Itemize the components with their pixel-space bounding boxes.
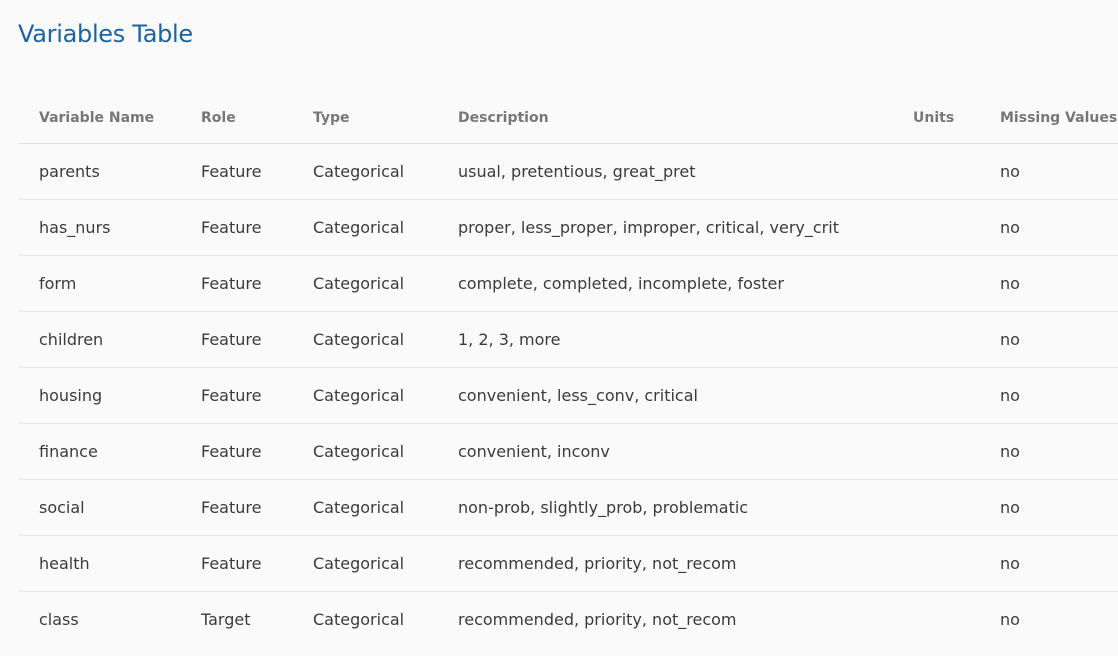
cell-units [893, 143, 980, 200]
cell-type: Categorical [293, 423, 438, 480]
cell-missing-values: no [1000, 610, 1020, 629]
cell-variable-name: finance [19, 423, 181, 480]
cell-role: Feature [181, 479, 293, 536]
table-row: children Feature Categorical 1, 2, 3, mo… [19, 311, 1118, 368]
header-missing-values[interactable]: Missing Values [980, 92, 1118, 144]
cell-description: 1, 2, 3, more [438, 311, 893, 368]
table-row: social Feature Categorical non-prob, sli… [19, 479, 1118, 536]
cell-missing-values: no [980, 423, 1118, 480]
cell-role: Feature [181, 143, 293, 200]
cell-description: recommended, priority, not_recom [438, 535, 893, 592]
cell-role: Target [201, 610, 251, 629]
header-variable-name[interactable]: Variable Name [19, 92, 181, 144]
cell-variable-name: children [19, 311, 181, 368]
cell-role: Feature [181, 423, 293, 480]
table-body: parents Feature Categorical usual, prete… [19, 143, 1118, 648]
table-row: housing Feature Categorical convenient, … [19, 367, 1118, 424]
cell-units [893, 479, 980, 536]
cell-variable-name: class [39, 610, 79, 629]
cell-variable-name: has_nurs [19, 199, 181, 256]
cell-role: Feature [181, 535, 293, 592]
cell-type: Categorical [313, 610, 405, 629]
table-header-row: Variable Name Role Type Description Unit… [19, 92, 1118, 144]
cell-units [893, 255, 980, 312]
cell-type: Categorical [293, 255, 438, 312]
cell-units [893, 423, 980, 480]
cell-units [893, 199, 980, 256]
cell-role: Feature [181, 199, 293, 256]
cell-variable-name: parents [19, 143, 181, 200]
cell-units [893, 367, 980, 424]
cell-type: Categorical [293, 199, 438, 256]
cell-variable-name: form [19, 255, 181, 312]
cell-type: Categorical [293, 535, 438, 592]
cell-type: Categorical [293, 479, 438, 536]
cell-missing-values: no [980, 311, 1118, 368]
cell-description: convenient, inconv [438, 423, 893, 480]
cell-type: Categorical [293, 311, 438, 368]
cell-missing-values: no [980, 143, 1118, 200]
cell-variable-name: housing [19, 367, 181, 424]
cell-role: Feature [181, 367, 293, 424]
cell-units [893, 592, 980, 648]
cell-role: Feature [181, 311, 293, 368]
cell-role: Feature [181, 255, 293, 312]
cell-description: complete, completed, incomplete, foster [438, 255, 893, 312]
table-row: finance Feature Categorical convenient, … [19, 423, 1118, 480]
cell-missing-values: no [980, 255, 1118, 312]
cell-missing-values: no [980, 367, 1118, 424]
cell-units [893, 311, 980, 368]
cell-description: non-prob, slightly_prob, problematic [438, 479, 893, 536]
cell-description: proper, less_proper, improper, critical,… [438, 199, 893, 256]
cell-variable-name: health [19, 535, 181, 592]
cell-description: recommended, priority, not_recom [458, 610, 737, 629]
cell-description: usual, pretentious, great_pret [438, 143, 893, 200]
table-row: class Target Categorical recommended, pr… [19, 592, 1118, 648]
table-row: parents Feature Categorical usual, prete… [19, 143, 1118, 200]
header-description[interactable]: Description [438, 92, 893, 144]
cell-units [893, 535, 980, 592]
header-type[interactable]: Type [293, 92, 438, 144]
cell-variable-name: social [19, 479, 181, 536]
cell-type: Categorical [293, 367, 438, 424]
table-row: health Feature Categorical recommended, … [19, 535, 1118, 592]
cell-description: convenient, less_conv, critical [438, 367, 893, 424]
table-row: has_nurs Feature Categorical proper, les… [19, 199, 1118, 256]
variables-table: Variable Name Role Type Description Unit… [19, 92, 1118, 647]
cell-type: Categorical [293, 143, 438, 200]
cell-missing-values: no [980, 535, 1118, 592]
page-title: Variables Table [18, 20, 193, 48]
cell-missing-values: no [980, 199, 1118, 256]
header-units[interactable]: Units [893, 92, 980, 144]
cell-missing-values: no [980, 479, 1118, 536]
table-row: form Feature Categorical complete, compl… [19, 255, 1118, 312]
variables-page: Variables Table Variable Name Role Type … [0, 0, 1118, 656]
header-role[interactable]: Role [181, 92, 293, 144]
